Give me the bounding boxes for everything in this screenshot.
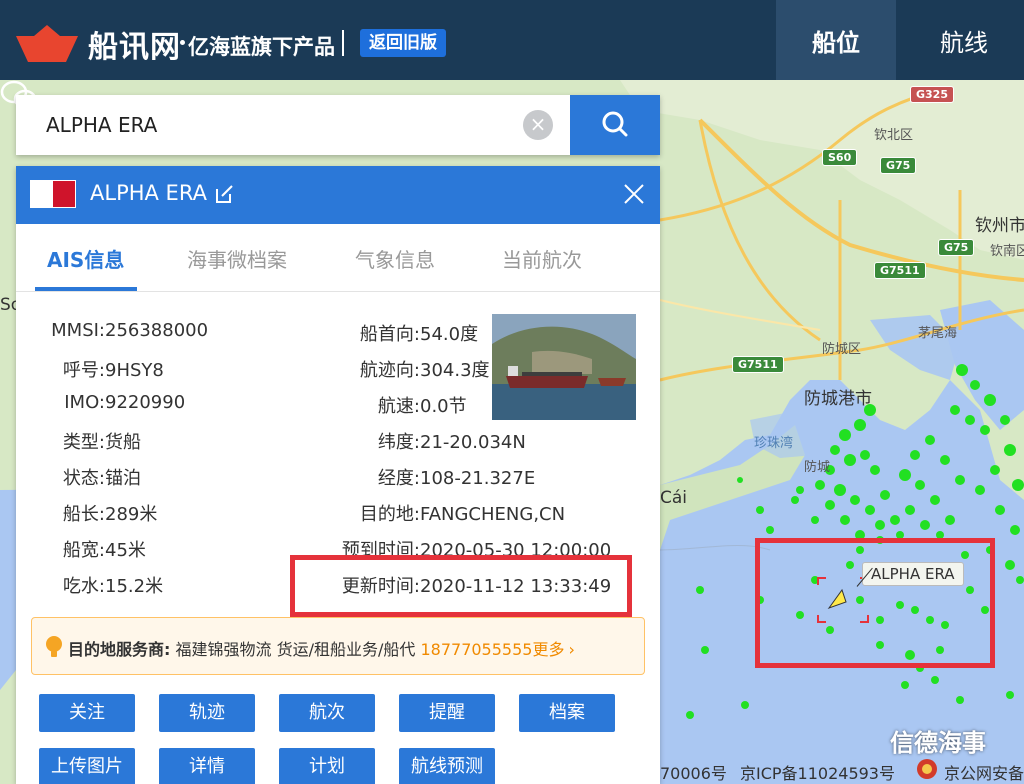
road-shield: G325 (910, 86, 954, 103)
info-row-mmsi: MMSI:256388000 (51, 320, 209, 341)
track-button[interactable]: 轨迹 (159, 694, 255, 732)
watermark-text: 信德海事 (890, 729, 986, 757)
logo-boat-icon[interactable] (14, 24, 80, 64)
info-row-imo: IMO:9220990 (64, 392, 186, 413)
chevron-right-icon: › (568, 640, 575, 659)
info-row-heading: 船首向:54.0度 (359, 324, 479, 345)
plan-button[interactable]: 计划 (279, 748, 375, 784)
info-row-draught: 吃水:15.2米 (62, 576, 164, 597)
police-badge-icon (917, 759, 937, 779)
footer-police-link[interactable]: 京公网安备 (944, 760, 1024, 784)
edit-icon[interactable] (213, 183, 235, 205)
info-row-type: 类型:货船 (62, 432, 141, 453)
map-label: 茅尾海 (918, 326, 958, 341)
close-circle-icon: × (529, 112, 547, 136)
footer-icp-link[interactable]: 京ICP备11024593号 (740, 760, 895, 784)
map-label: 钦州市 (975, 216, 1024, 236)
info-row-beam: 船宽:45米 (62, 540, 146, 561)
ship-photo[interactable] (492, 314, 636, 420)
tab-ais-info[interactable]: AIS信息 (47, 244, 124, 273)
ship-panel-tabs: AIS信息 海事微档案 气象信息 当前航次 (16, 224, 660, 292)
search-bar: × (16, 95, 660, 155)
details-button[interactable]: 详情 (159, 748, 255, 784)
ship-name: ALPHA ERA (90, 181, 207, 205)
header-divider (342, 30, 344, 56)
ship-panel-header: ALPHA ERA (16, 166, 660, 224)
info-row-course: 航迹向:304.3度 (359, 360, 490, 381)
road-shield: S60 (822, 149, 858, 166)
road-shield: G75 (938, 239, 975, 256)
service-phone[interactable]: 18777055555 (420, 640, 532, 659)
footer-record-number: 70006号 (660, 764, 727, 783)
search-button[interactable] (570, 95, 660, 155)
lightbulb-icon (46, 636, 62, 657)
info-row-longitude: 经度:108-21.327E (377, 468, 536, 489)
destination-service-provider[interactable]: 目的地服务商: 福建锦强物流 货运/租船业务/船代 18777055555更多 › (31, 617, 645, 675)
brand-separator-dot (180, 40, 185, 45)
close-icon[interactable] (622, 182, 646, 206)
info-row-speed: 航速:0.0节 (377, 396, 467, 417)
road-shield: G7511 (732, 356, 784, 373)
info-row-callsign: 呼号:9HSY8 (62, 360, 164, 381)
search-input[interactable] (46, 113, 506, 137)
service-company: 福建锦强物流 货运/租船业务/船代 (175, 640, 416, 659)
route-prediction-button[interactable]: 航线预测 (399, 748, 495, 784)
brand-name[interactable]: 船讯网 (88, 22, 181, 66)
map-label: 防城 (804, 460, 831, 475)
info-row-status: 状态:锚泊 (62, 468, 141, 489)
map-label: Cái (660, 488, 688, 508)
voyage-button[interactable]: 航次 (279, 694, 375, 732)
upload-photo-button[interactable]: 上传图片 (39, 748, 135, 784)
malta-flag-icon (30, 180, 76, 208)
tab-route[interactable]: 航线 (904, 0, 1024, 80)
tab-current-voyage[interactable]: 当前航次 (502, 244, 582, 273)
map-label: 防城港市 (804, 389, 872, 409)
map-label: 钦南区 (990, 244, 1024, 259)
info-row-latitude: 纬度:21-20.034N (377, 432, 526, 453)
service-more-link[interactable]: 更多 (532, 640, 564, 659)
magnifier-icon (602, 111, 628, 137)
return-old-version-button[interactable]: 返回旧版 (360, 29, 446, 57)
info-row-length: 船长:289米 (62, 504, 158, 525)
archive-button[interactable]: 档案 (519, 694, 615, 732)
map-label: 防城区 (822, 342, 862, 357)
map-label: 珍珠湾 (754, 436, 794, 451)
highlight-box-update-time (290, 555, 632, 617)
active-tab-indicator (35, 287, 137, 291)
service-label: 目的地服务商: (68, 640, 171, 659)
follow-button[interactable]: 关注 (39, 694, 135, 732)
highlight-box-map (755, 538, 995, 668)
road-shield: G75 (880, 157, 917, 174)
road-shield: G7511 (874, 262, 926, 279)
top-navigation-bar: 船讯网 亿海蓝旗下产品 返回旧版 船位 航线 (0, 0, 1024, 80)
brand-slogan: 亿海蓝旗下产品 (188, 35, 335, 59)
ship-info-panel: ALPHA ERA AIS信息 海事微档案 气象信息 当前航次 MMSI:256… (16, 166, 660, 784)
tab-weather-info[interactable]: 气象信息 (355, 244, 435, 273)
map-label: 钦北区 (874, 128, 914, 143)
clear-search-button[interactable]: × (523, 110, 553, 140)
info-row-destination: 目的地:FANGCHENG,CN (359, 504, 566, 525)
reminder-button[interactable]: 提醒 (399, 694, 495, 732)
tab-ship-position[interactable]: 船位 (776, 0, 896, 80)
tab-maritime-archive[interactable]: 海事微档案 (187, 244, 287, 273)
